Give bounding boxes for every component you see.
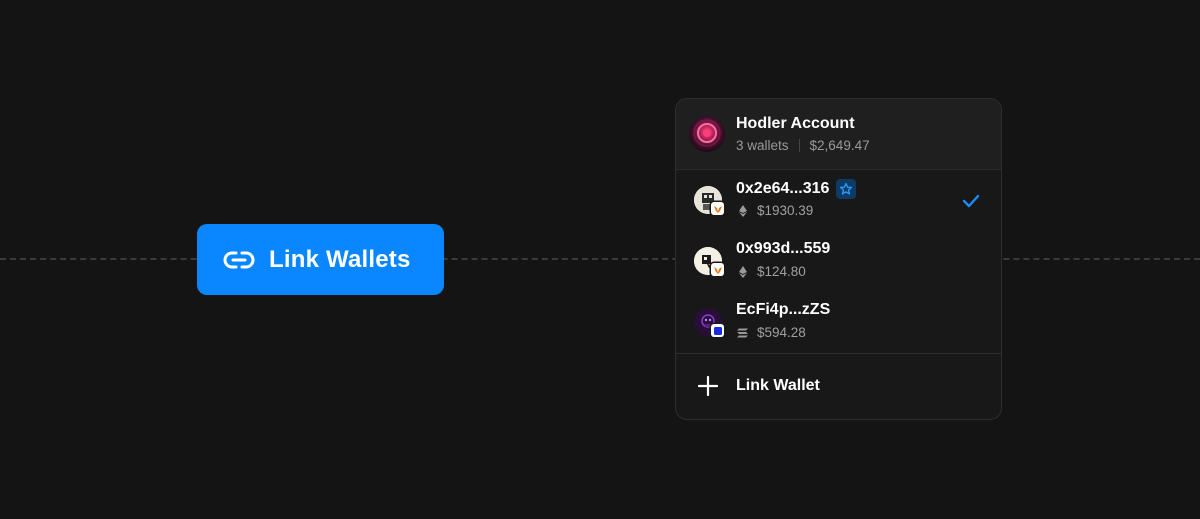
account-avatar [689,116,725,152]
connector-dashed-line [0,258,1200,260]
wallet-balance-text: $594.28 [757,325,806,340]
wallet-balance-text: $124.80 [757,264,806,279]
account-total-balance: $2,649.47 [809,138,870,153]
link-wallet-button[interactable]: Link Wallet [676,354,1001,419]
wallet-address-text: 0x2e64...316 [736,180,830,197]
account-name: Hodler Account [736,115,855,132]
wallet-balance: $1930.39 [736,203,813,218]
plus-icon [697,375,719,397]
wallet-app-icon [711,324,724,337]
checkmark-icon [961,193,981,209]
wallet-balance: $124.80 [736,264,806,279]
metamask-icon [711,202,724,215]
link-wallets-label: Link Wallets [269,245,411,273]
separator [798,139,800,152]
ethereum-icon [736,265,749,278]
wallet-address: 0x993d...559 [736,240,830,258]
metamask-icon [711,263,724,276]
link-wallets-button[interactable]: Link Wallets [197,224,444,295]
link-icon [223,248,255,272]
solana-icon [736,326,749,339]
account-summary: 3 wallets $2,649.47 [736,138,870,153]
wallet-row[interactable]: 0x2e64...316 $1930.39 [676,170,1001,230]
wallet-count: 3 wallets [736,138,789,153]
wallet-address-text: 0x993d...559 [736,240,831,257]
link-wallet-label: Link Wallet [736,377,820,394]
wallet-row[interactable]: EcFi4p...zZS $594.28 [676,292,1001,352]
account-header[interactable]: Hodler Account 3 wallets $2,649.47 [676,99,1001,170]
wallet-address: EcFi4p...zZS [736,301,830,319]
wallet-address-text: EcFi4p...zZS [736,301,831,318]
wallet-row[interactable]: 0x993d...559 $124.80 [676,231,1001,291]
account-dropdown-panel: Hodler Account 3 wallets $2,649.47 0x2e6… [675,98,1002,420]
ethereum-icon [736,204,749,217]
wallet-address: 0x2e64...316 [736,179,857,199]
star-icon[interactable] [836,179,857,199]
wallet-balance-text: $1930.39 [757,203,814,218]
wallet-balance: $594.28 [736,325,806,340]
